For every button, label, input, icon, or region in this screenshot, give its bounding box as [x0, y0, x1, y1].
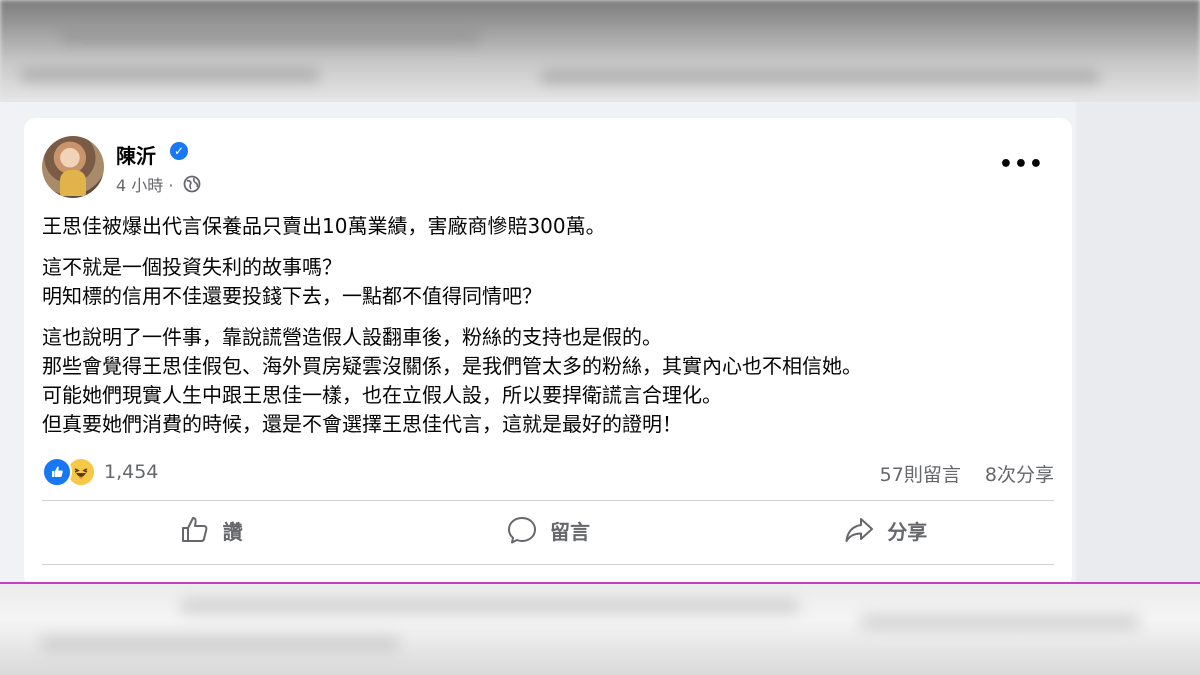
share-label: 分享: [887, 519, 928, 544]
engagement-stats: 57則留言 8次分享: [880, 460, 1054, 487]
comment-bubble-icon: [507, 517, 536, 544]
comment-count-link[interactable]: 57則留言: [880, 464, 961, 486]
divider: [42, 500, 1054, 501]
post-meta: 4 小時 ·: [116, 172, 201, 196]
post-line: 但真要她們消費的時候，還是不會選擇王思佳代言，這就是最好的證明！: [42, 412, 682, 436]
like-button[interactable]: 讚: [42, 510, 379, 550]
reaction-summary[interactable]: 1,454: [42, 457, 159, 487]
post-card: 陳沂 ✓ 4 小時 · ••• 王思佳被爆出代言保養品只賣出10萬業績，害廠商慘…: [24, 118, 1072, 588]
blurred-background-top: [0, 0, 1200, 102]
comment-button[interactable]: 留言: [379, 510, 716, 550]
post-line: 那些會覺得王思佳假包、海外買房疑雲沒關係，是我們管太多的粉絲，其實內心也不相信她…: [42, 354, 862, 378]
post-line: 明知標的信用不佳還要投錢下去，一點都不值得同情吧？: [42, 284, 542, 308]
post-paragraph-1: 王思佳被爆出代言保養品只賣出10萬業績，害廠商慘賠300萬。: [42, 212, 1052, 241]
post-paragraph-2: 這不就是一個投資失利的故事嗎？ 明知標的信用不佳還要投錢下去，一點都不值得同情吧…: [42, 253, 1052, 311]
share-arrow-icon: [845, 518, 874, 542]
right-sidebar: [1076, 102, 1200, 582]
like-label: 讚: [222, 519, 243, 544]
reaction-count: 1,454: [104, 461, 159, 483]
post-line: 這不就是一個投資失利的故事嗎？: [42, 255, 342, 279]
verified-badge-icon: ✓: [170, 142, 188, 160]
globe-icon: [183, 175, 200, 193]
blurred-background-bottom: [0, 584, 1200, 675]
share-count-link[interactable]: 8次分享: [985, 464, 1054, 486]
share-button[interactable]: 分享: [717, 510, 1054, 550]
post-line: 可能她們現實人生中跟王思佳一樣，也在立假人設，所以要捍衛謊言合理化。: [42, 383, 722, 407]
post-body: 王思佳被爆出代言保養品只賣出10萬業績，害廠商慘賠300萬。 這不就是一個投資失…: [42, 212, 1052, 451]
post-line: 王思佳被爆出代言保養品只賣出10萬業績，害廠商慘賠300萬。: [42, 214, 606, 238]
comment-label: 留言: [549, 519, 590, 544]
meta-separator: ·: [168, 176, 174, 195]
post-line: 這也說明了一件事，靠說謊營造假人設翻車後，粉絲的支持也是假的。: [42, 325, 662, 349]
avatar[interactable]: [42, 136, 104, 198]
like-reaction-icon: [42, 457, 72, 487]
more-options-icon[interactable]: •••: [999, 152, 1044, 177]
thumbs-up-icon: [181, 517, 208, 542]
post-actions: 讚 留言 分享: [42, 510, 1054, 550]
divider: [42, 564, 1054, 565]
post-paragraph-3: 這也說明了一件事，靠說謊營造假人設翻車後，粉絲的支持也是假的。 那些會覺得王思佳…: [42, 323, 1052, 439]
author-name[interactable]: 陳沂: [116, 140, 156, 169]
post-time[interactable]: 4 小時: [116, 176, 163, 195]
